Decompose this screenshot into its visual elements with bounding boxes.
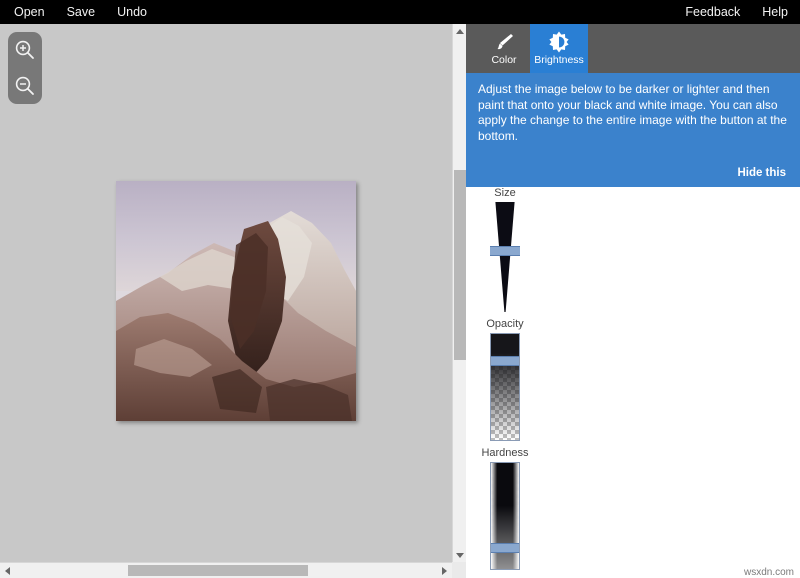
tools-panel: Color Brightness Adjust the image below … [466, 24, 800, 578]
opacity-slider-track[interactable] [490, 333, 520, 441]
tab-brightness-label: Brightness [534, 53, 584, 66]
size-slider-label: Size [494, 187, 516, 199]
info-banner-text: Adjust the image below to be darker or l… [478, 82, 787, 143]
zoom-in-icon[interactable] [12, 37, 38, 63]
main-image[interactable] [116, 181, 356, 421]
canvas-viewport[interactable] [0, 24, 452, 562]
scroll-up-arrow[interactable] [453, 24, 467, 38]
menu-item-help[interactable]: Help [762, 0, 788, 24]
watermark: wsxdn.com [743, 567, 794, 578]
scroll-right-arrow[interactable] [437, 563, 452, 578]
top-menu-right: Feedback Help [685, 0, 788, 24]
canvas-vertical-scrollbar[interactable] [452, 24, 467, 562]
canvas-area [0, 24, 467, 578]
hardness-slider-handle[interactable] [491, 543, 519, 553]
scrollbar-corner [452, 562, 466, 578]
top-menu-left: Open Save Undo [14, 0, 147, 24]
canvas-hscroll-thumb[interactable] [128, 565, 308, 576]
info-banner: Adjust the image below to be darker or l… [466, 73, 800, 187]
menu-item-feedback[interactable]: Feedback [685, 0, 740, 24]
opacity-slider-handle[interactable] [491, 356, 519, 366]
menu-item-save[interactable]: Save [67, 0, 96, 24]
top-menu-bar: Open Save Undo Feedback Help [0, 0, 800, 24]
canvas-vscroll-thumb[interactable] [454, 170, 466, 360]
hide-this-link[interactable]: Hide this [737, 167, 786, 179]
image-mountain-art [116, 211, 356, 421]
paintbrush-icon [493, 32, 515, 52]
menu-item-undo[interactable]: Undo [117, 0, 147, 24]
menu-item-open[interactable]: Open [14, 0, 45, 24]
brightness-icon [548, 31, 570, 52]
hardness-slider-falloff [491, 463, 519, 569]
image-editor-app: Open Save Undo Feedback Help Color Brigh… [0, 0, 800, 578]
brush-sliders: Size Opacity Hardness [474, 187, 536, 576]
opacity-slider-label: Opacity [486, 318, 524, 330]
opacity-slider-gradient [491, 334, 519, 440]
tab-color-label: Color [491, 53, 517, 66]
zoom-out-icon[interactable] [12, 73, 38, 99]
hardness-slider-track[interactable] [490, 462, 520, 570]
tab-brightness[interactable]: Brightness [530, 24, 588, 73]
size-slider-cone [495, 202, 515, 312]
hardness-slider-label: Hardness [481, 447, 529, 459]
tab-bar: Color Brightness [466, 24, 800, 73]
size-slider-track[interactable] [490, 202, 520, 312]
size-slider-handle[interactable] [490, 246, 520, 256]
tab-color[interactable]: Color [478, 24, 530, 73]
canvas-horizontal-scrollbar[interactable] [0, 562, 452, 578]
scroll-left-arrow[interactable] [0, 563, 15, 578]
canvas-zoom-controls [8, 32, 42, 104]
scroll-down-arrow[interactable] [453, 548, 467, 562]
